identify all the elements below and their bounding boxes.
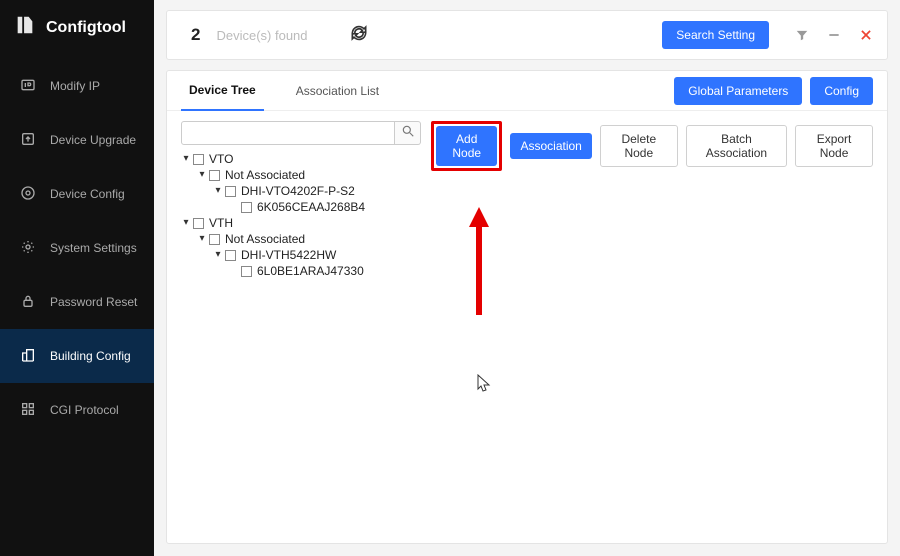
nav-device-config[interactable]: Device Config — [0, 167, 154, 221]
checkbox[interactable] — [209, 234, 220, 245]
tab-device-tree[interactable]: Device Tree — [181, 71, 264, 111]
tree-label: Not Associated — [225, 231, 305, 247]
tree-label: 6K056CEAAJ268B4 — [257, 199, 365, 215]
ip-icon — [20, 77, 36, 96]
brand-title: Configtool — [46, 19, 126, 37]
search-setting-button[interactable]: Search Setting — [662, 21, 769, 49]
nav-label: Device Upgrade — [50, 133, 136, 147]
checkbox[interactable] — [193, 218, 204, 229]
tabs-row: Device Tree Association List Global Para… — [167, 71, 887, 111]
grid-icon — [20, 401, 36, 420]
add-node-button[interactable]: Add Node — [436, 126, 497, 166]
config-button[interactable]: Config — [810, 77, 873, 105]
tree-search-button[interactable] — [395, 121, 421, 145]
work-area — [431, 179, 873, 529]
tree-node-vth-na[interactable]: ▾ Not Associated — [181, 231, 421, 247]
tab-association-list[interactable]: Association List — [288, 71, 387, 111]
minimize-icon[interactable] — [825, 26, 843, 44]
window-controls — [793, 26, 875, 44]
nav-label: System Settings — [50, 241, 137, 255]
building-icon — [20, 347, 36, 366]
panel-body: ▾ VTO ▾ Not Associated ▾ DHI-VTO4 — [167, 111, 887, 543]
tree-node-vto-sn[interactable]: 6K056CEAAJ268B4 — [181, 199, 421, 215]
nav-label: CGI Protocol — [50, 403, 119, 417]
sidebar: Configtool Modify IP Device Upgrade Devi… — [0, 0, 154, 556]
nav-label: Modify IP — [50, 79, 100, 93]
nav-device-upgrade[interactable]: Device Upgrade — [0, 113, 154, 167]
nav-system-settings[interactable]: System Settings — [0, 221, 154, 275]
tree-label: VTH — [209, 215, 233, 231]
tree-node-vth[interactable]: ▾ VTH — [181, 215, 421, 231]
export-node-button[interactable]: Export Node — [795, 125, 873, 167]
upgrade-icon — [20, 131, 36, 150]
batch-association-button[interactable]: Batch Association — [686, 125, 787, 167]
checkbox[interactable] — [241, 202, 252, 213]
tree-label: Not Associated — [225, 167, 305, 183]
tree-node-vth-sn[interactable]: 6L0BE1ARAJ47330 — [181, 263, 421, 279]
global-parameters-button[interactable]: Global Parameters — [674, 77, 802, 105]
device-tree: ▾ VTO ▾ Not Associated ▾ DHI-VTO4 — [181, 151, 421, 279]
close-icon[interactable] — [857, 26, 875, 44]
topbar: 2 Device(s) found Search Setting — [166, 10, 888, 60]
main: 2 Device(s) found Search Setting — [154, 0, 900, 556]
chevron-down-icon: ▾ — [197, 231, 207, 247]
action-row: Add Node Association Delete Node Batch A… — [431, 121, 873, 171]
chevron-down-icon: ▾ — [213, 183, 223, 199]
device-count: 2 — [191, 25, 200, 45]
tree-node-vto-na[interactable]: ▾ Not Associated — [181, 167, 421, 183]
nav-building-config[interactable]: Building Config — [0, 329, 154, 383]
tree-label: VTO — [209, 151, 233, 167]
nav-modify-ip[interactable]: Modify IP — [0, 59, 154, 113]
refresh-button[interactable] — [346, 22, 372, 48]
tree-label: 6L0BE1ARAJ47330 — [257, 263, 364, 279]
tree-node-vth-device[interactable]: ▾ DHI-VTH5422HW — [181, 247, 421, 263]
brand: Configtool — [0, 0, 154, 59]
chevron-down-icon: ▾ — [213, 247, 223, 263]
delete-node-button[interactable]: Delete Node — [600, 125, 678, 167]
filter-icon[interactable] — [793, 26, 811, 44]
checkbox[interactable] — [209, 170, 220, 181]
tree-column: ▾ VTO ▾ Not Associated ▾ DHI-VTO4 — [181, 121, 421, 529]
device-found-label: Device(s) found — [216, 28, 307, 43]
search-icon — [401, 124, 415, 143]
association-button[interactable]: Association — [510, 133, 591, 159]
chevron-down-icon: ▾ — [181, 215, 191, 231]
nav-cgi-protocol[interactable]: CGI Protocol — [0, 383, 154, 437]
tree-label: DHI-VTO4202F-P-S2 — [241, 183, 355, 199]
lock-icon — [20, 293, 36, 312]
add-node-highlight: Add Node — [431, 121, 502, 171]
checkbox[interactable] — [241, 266, 252, 277]
nav: Modify IP Device Upgrade Device Config S… — [0, 59, 154, 437]
cursor-icon — [477, 374, 491, 397]
tree-search-input[interactable] — [181, 121, 395, 145]
work-column: Add Node Association Delete Node Batch A… — [431, 121, 873, 529]
nav-label: Password Reset — [50, 295, 137, 309]
gear-icon — [20, 185, 36, 204]
annotation-arrow-icon — [467, 207, 491, 322]
chevron-down-icon: ▾ — [197, 167, 207, 183]
checkbox[interactable] — [225, 186, 236, 197]
nav-label: Building Config — [50, 349, 131, 363]
checkbox[interactable] — [193, 154, 204, 165]
content-panel: Device Tree Association List Global Para… — [166, 70, 888, 544]
nav-label: Device Config — [50, 187, 125, 201]
nav-password-reset[interactable]: Password Reset — [0, 275, 154, 329]
chevron-down-icon: ▾ — [181, 151, 191, 167]
tree-search — [181, 121, 421, 145]
tree-label: DHI-VTH5422HW — [241, 247, 336, 263]
refresh-icon — [349, 23, 369, 48]
tree-node-vto[interactable]: ▾ VTO — [181, 151, 421, 167]
checkbox[interactable] — [225, 250, 236, 261]
tree-node-vto-device[interactable]: ▾ DHI-VTO4202F-P-S2 — [181, 183, 421, 199]
brand-logo-icon — [14, 14, 36, 41]
settings-icon — [20, 239, 36, 258]
